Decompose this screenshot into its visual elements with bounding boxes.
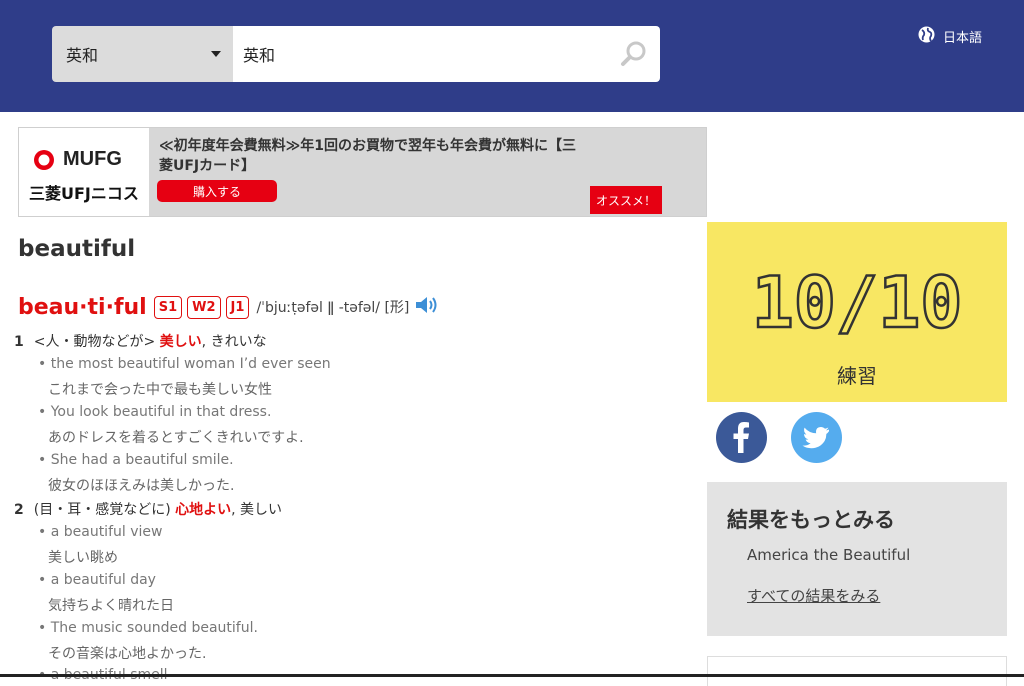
language-switcher[interactable]: 日本語 [918,26,982,47]
ad-logo: MUFG 三菱UFJニコス [19,128,149,216]
sense-highlight: 美しい [159,334,202,350]
ad-recommend-badge: オススメ！ [590,186,662,214]
more-results-item[interactable]: America the Beautiful [747,546,910,564]
sense-rest: , きれいな [201,334,267,350]
example-en: • The music sounded beautiful. [38,620,258,636]
site-header: 英和 日本語 [0,0,1024,112]
twitter-icon [802,427,829,449]
page-title: beautiful [18,236,136,262]
search-field [233,26,660,82]
search-icon[interactable] [618,38,650,70]
example-ja: あのドレスを着るとすごくきれいですよ. [48,430,304,446]
ad-buy-button[interactable]: 購入する [157,180,277,202]
mufg-logo: MUFG [29,148,122,171]
example-en: • She had a beautiful smile. [38,452,234,468]
headword: beau·ti·ful [18,294,147,320]
entry-headline: beau·ti·ful S1 W2 J1 /ˈbjuːṭəfəl ǁ -təfə… [18,294,440,320]
example-ja: 美しい眺め [48,550,118,566]
sense-context: (目・耳・感覚などに) [33,502,176,518]
sense-context: <人・動物などが> [33,334,160,350]
search-input[interactable] [243,44,618,64]
ad-banner[interactable]: MUFG 三菱UFJニコス ≪初年度年会費無料≫年1回のお買物で翌年も年会費が無… [18,127,707,217]
all-results-link[interactable]: すべての結果をみる [747,585,880,606]
speaker-icon[interactable] [414,294,440,320]
language-label: 日本語 [943,31,983,46]
dictionary-select-value: 英和 [66,46,99,65]
example-ja: その音楽は心地よかった. [48,646,207,662]
globe-icon [918,26,935,47]
twitter-share-button[interactable] [791,412,842,463]
more-results-title: 結果をもっとみる [727,508,895,532]
example-en: • You look beautiful in that dress. [38,404,272,420]
sense-2: 2 (目・耳・感覚などに) 心地よい, 美しい [14,499,282,519]
example-en: • a beautiful view [38,524,163,540]
sense-1: 1 <人・動物などが> 美しい, きれいな [14,331,267,351]
frequency-badge-w2: W2 [187,295,221,319]
quiz-score-panel[interactable]: 10/10 練習 [707,222,1007,402]
sense-number: 1 [14,334,24,350]
quiz-score: 10/10 [750,261,963,346]
dictionary-select[interactable]: 英和 [52,26,233,82]
ad-text: ≪初年度年会費無料≫年1回のお買物で翌年も年会費が無料に【三菱UFJカード】 [159,138,577,174]
example-en: • a beautiful day [38,572,156,588]
facebook-icon [733,422,749,453]
more-results-panel: 結果をもっとみる America the Beautiful すべての結果をみる [707,482,1007,636]
quiz-score-label: 練習 [837,364,877,388]
example-en: • the most beautiful woman I’d ever seen [38,356,331,372]
example-ja: 彼女のほほえみは美しかった. [48,478,235,494]
search-bar: 英和 [52,26,660,82]
sense-highlight: 心地よい [175,502,232,518]
sense-rest: , 美しい [231,502,283,518]
example-ja: 気持ちよく晴れた日 [48,598,174,614]
dropdown-caret-icon [211,51,221,57]
example-ja: これまで会った中で最も美しい女性 [48,382,272,398]
ad-sub-brand: 三菱UFJニコス [29,184,139,203]
pronunciation: /ˈbjuːṭəfəl ǁ -təfəl/ [形] [256,300,410,316]
ad-brand: MUFG [63,148,122,170]
sense-number: 2 [14,502,24,518]
sidebar-box [707,656,1007,686]
facebook-share-button[interactable] [716,412,767,463]
frequency-badge-s1: S1 [153,295,183,319]
frequency-badge-j1: J1 [225,295,250,319]
